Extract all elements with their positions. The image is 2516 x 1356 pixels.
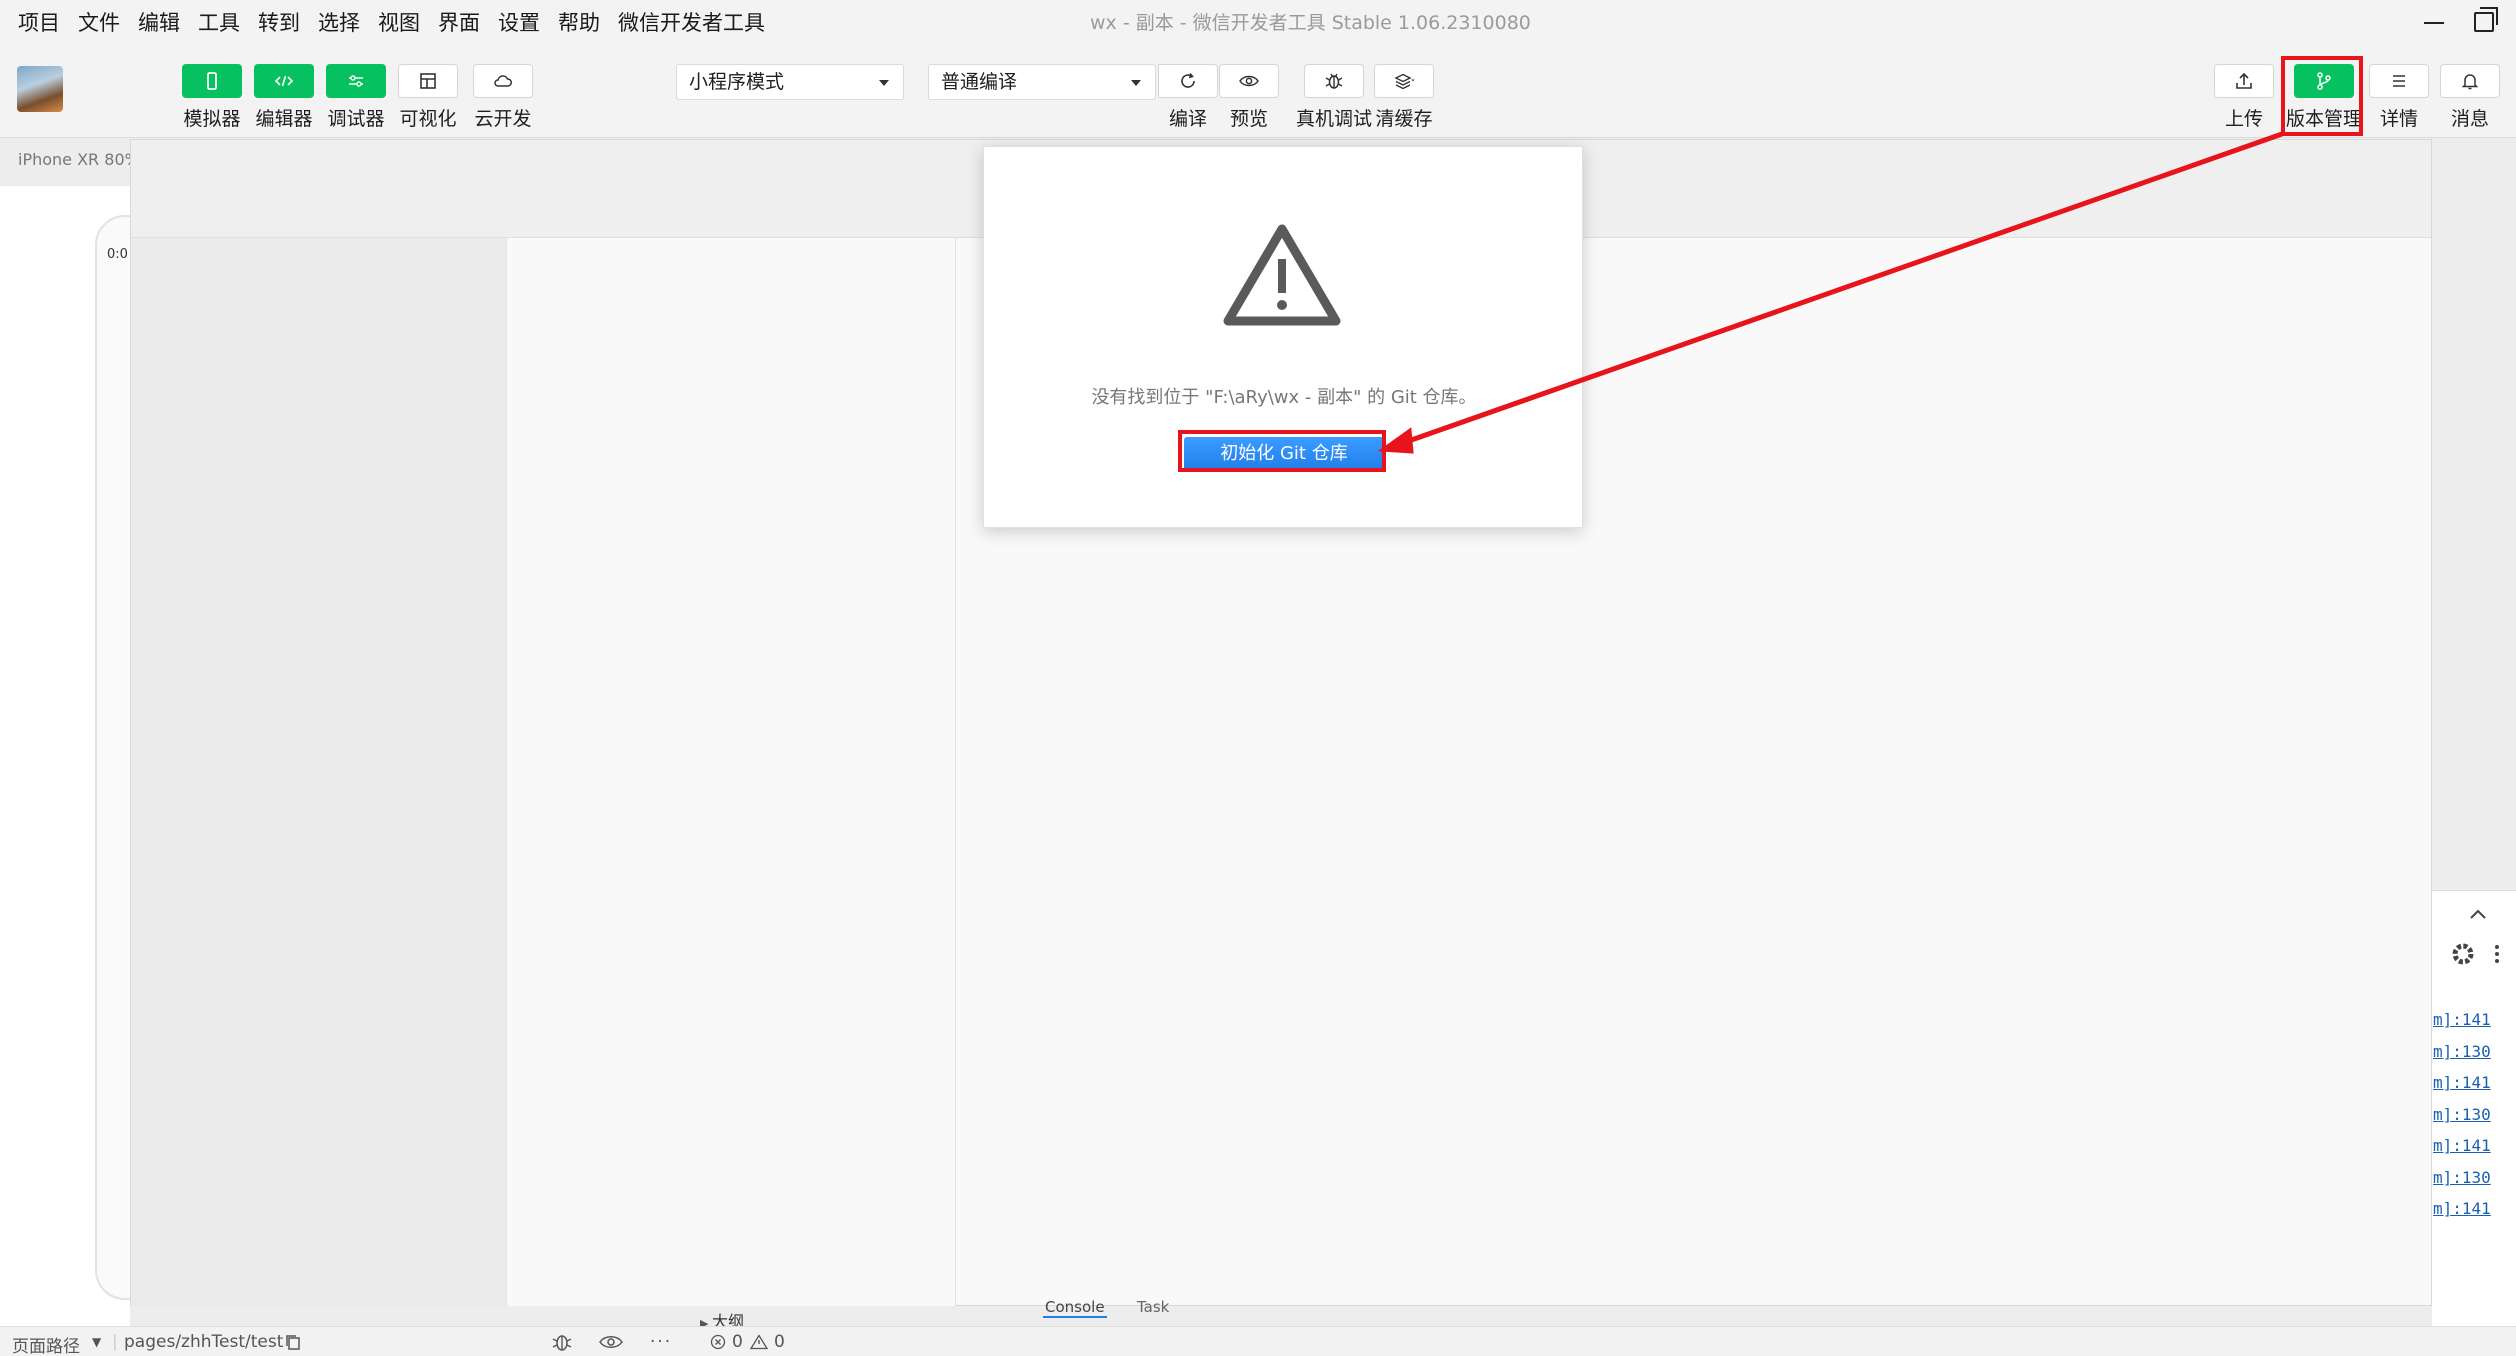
more-icon[interactable]: ··· (650, 1332, 672, 1352)
page-path: pages/zhhTest/test (124, 1332, 284, 1352)
copy-icon[interactable] (284, 1333, 302, 1351)
console-line[interactable]: m]:141 (2433, 1136, 2491, 1155)
eye-icon[interactable] (598, 1332, 624, 1352)
console-line[interactable]: m]:141 (2433, 1010, 2491, 1029)
status-bar: 页面路径 ▼ | pages/zhhTest/test ··· 0 0 (0, 1326, 2516, 1356)
bug-icon[interactable] (550, 1331, 574, 1353)
task-tab[interactable]: Task (1137, 1298, 1169, 1316)
gear-icon[interactable] (2450, 941, 2476, 967)
error-icon[interactable] (710, 1334, 726, 1350)
more-vertical-icon[interactable] (2492, 941, 2502, 967)
console-tab[interactable]: Console (1043, 1298, 1107, 1318)
console-line[interactable]: m]:130 (2433, 1168, 2491, 1187)
chevron-down-icon[interactable]: ▼ (92, 1335, 101, 1349)
console-line[interactable]: m]:141 (2433, 1199, 2491, 1218)
chevron-up-icon[interactable] (2468, 907, 2488, 921)
annotation-arrow (1377, 131, 2283, 454)
page-path-label[interactable]: 页面路径 (12, 1332, 80, 1356)
console-line[interactable]: m]:141 (2433, 1073, 2491, 1092)
warning-icon[interactable] (750, 1334, 768, 1350)
warning-count: 0 (774, 1332, 785, 1352)
console-line[interactable]: m]:130 (2433, 1042, 2491, 1061)
error-count: 0 (732, 1332, 743, 1352)
separator: | (112, 1332, 118, 1352)
console-line[interactable]: m]:130 (2433, 1105, 2491, 1124)
